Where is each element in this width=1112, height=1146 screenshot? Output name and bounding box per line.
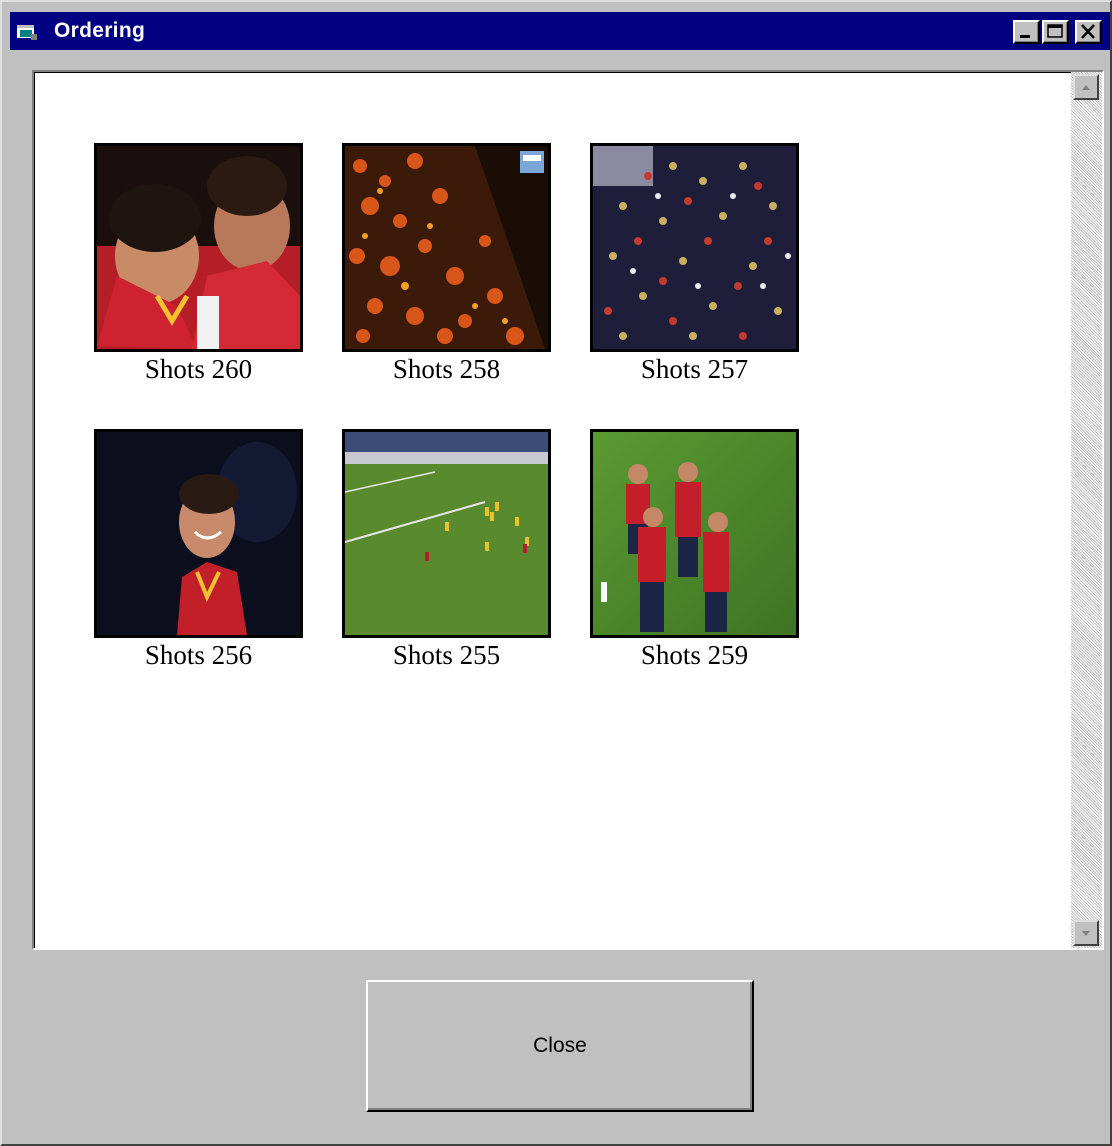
- minimize-icon: [1020, 35, 1030, 38]
- shot-caption: Shots 255: [392, 640, 501, 670]
- players-closeup-image: [97, 146, 300, 349]
- shot-caption: Shots 260: [144, 354, 253, 384]
- pitch-wide-image: [345, 432, 548, 635]
- vertical-scrollbar[interactable]: [1071, 72, 1102, 948]
- shot-caption: Shots 256: [144, 640, 253, 670]
- scroll-down-button[interactable]: [1073, 920, 1099, 946]
- maximize-button[interactable]: [1042, 20, 1069, 44]
- players-celebrating-image: [593, 432, 796, 635]
- close-window-button[interactable]: [1075, 20, 1102, 44]
- close-button[interactable]: Close: [366, 980, 754, 1112]
- scroll-up-button[interactable]: [1073, 74, 1099, 100]
- shot-thumbnail-256[interactable]: [94, 429, 303, 638]
- shot-caption: Shots 258: [392, 354, 501, 384]
- shot-thumbnail-257[interactable]: [590, 143, 799, 352]
- shot-thumbnail-258[interactable]: [342, 143, 551, 352]
- ordering-window: Ordering Shots 260 Shots 258 Shots 257 S…: [0, 0, 1112, 1146]
- player-smiling-image: [97, 432, 300, 635]
- arrow-down-icon: [1082, 931, 1090, 936]
- crowd-flares-image: [345, 146, 548, 349]
- app-window-icon: [17, 25, 37, 40]
- close-icon: [1081, 24, 1095, 39]
- shots-panel: Shots 260 Shots 258 Shots 257 Shots 256 …: [32, 70, 1104, 950]
- title-bar[interactable]: Ordering: [10, 12, 1110, 50]
- minimize-button[interactable]: [1013, 20, 1040, 44]
- shot-caption: Shots 257: [640, 354, 749, 384]
- arrow-up-icon: [1082, 85, 1090, 90]
- shot-thumbnail-260[interactable]: [94, 143, 303, 352]
- window-title: Ordering: [54, 19, 146, 42]
- shot-thumbnail-255[interactable]: [342, 429, 551, 638]
- maximize-icon: [1047, 24, 1063, 38]
- crowd-stands-image: [593, 146, 796, 349]
- shot-caption: Shots 259: [640, 640, 749, 670]
- shot-thumbnail-259[interactable]: [590, 429, 799, 638]
- close-button-label: Close: [533, 1034, 587, 1057]
